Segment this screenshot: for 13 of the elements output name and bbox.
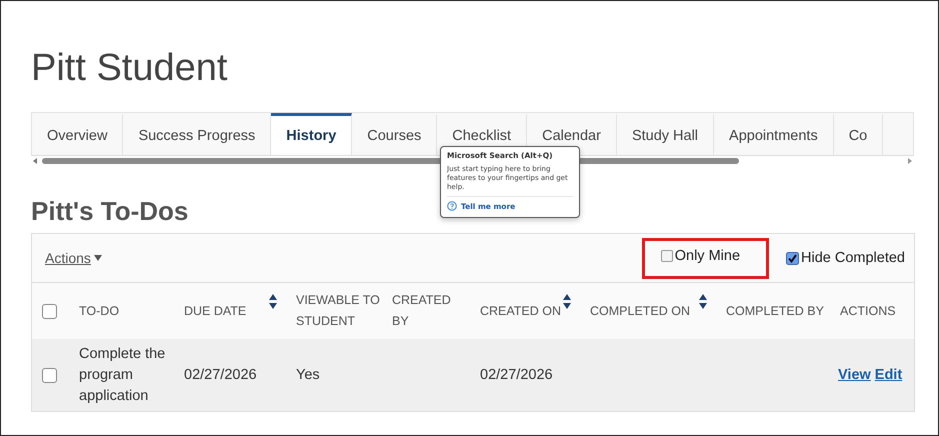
page-title: Pitt Student: [31, 46, 228, 88]
filter-label: Only Mine: [674, 248, 740, 264]
column-header: TO-DO: [79, 302, 120, 320]
column-header: CREATED BY: [392, 292, 452, 330]
column-header: COMPLETED BY: [726, 302, 824, 320]
column-header: ACTIONS: [840, 302, 896, 320]
table-cell-text: Complete the program application: [79, 345, 166, 406]
table-cell-text: Yes: [296, 366, 320, 385]
filter-label: Hide Completed: [801, 250, 905, 266]
table-cell-text: 02/27/2026: [184, 366, 257, 385]
section-title: Pitt's To-Dos: [31, 195, 188, 228]
table-cell-text: 02/27/2026: [480, 366, 553, 385]
column-header: VIEWABLE TO STUDENT: [296, 292, 380, 330]
